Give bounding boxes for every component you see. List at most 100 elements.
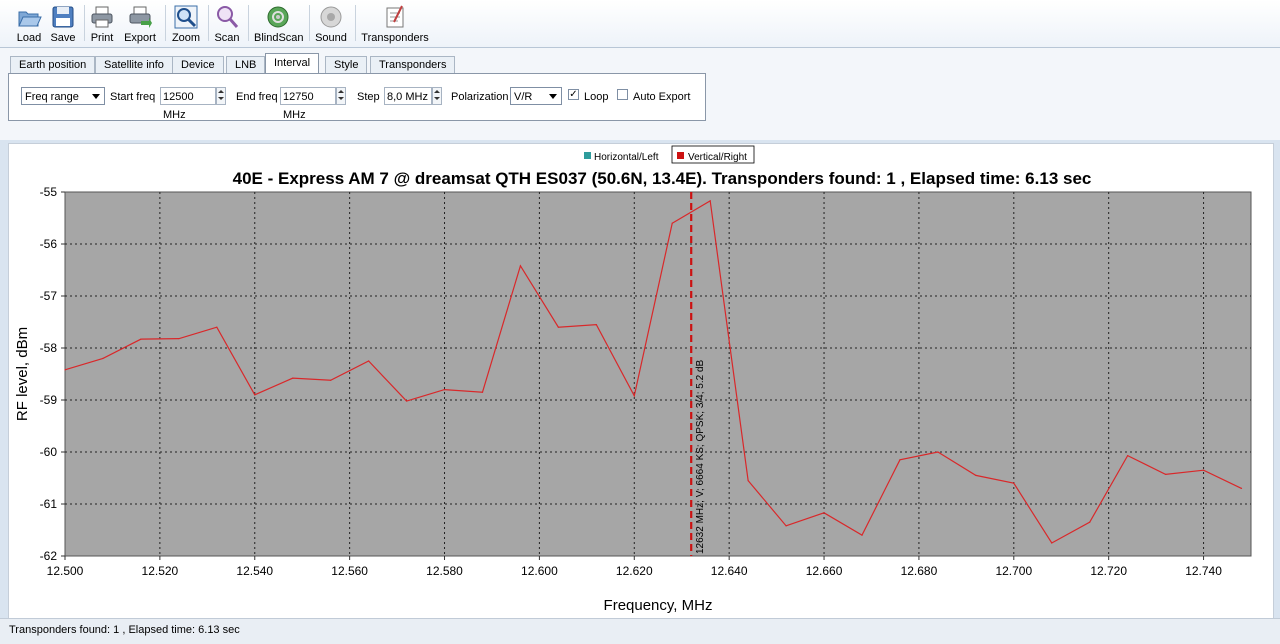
print-button[interactable]: Print bbox=[89, 4, 115, 44]
end-freq-value: 12750 MHz bbox=[283, 91, 314, 121]
blindscan-label: BlindScan bbox=[254, 32, 304, 44]
data-point bbox=[1013, 482, 1015, 484]
x-tick-label: 12.500 bbox=[47, 564, 84, 578]
x-tick-label: 12.720 bbox=[1090, 564, 1127, 578]
export-printer-icon bbox=[129, 6, 152, 28]
range-mode-select[interactable]: Freq range bbox=[21, 87, 105, 105]
tab-earth-position[interactable]: Earth position bbox=[10, 56, 96, 74]
start-freq-spinner[interactable] bbox=[216, 87, 226, 105]
auto-export-checkbox[interactable] bbox=[617, 89, 628, 100]
data-point bbox=[785, 525, 787, 527]
load-button[interactable]: Load bbox=[14, 4, 44, 44]
y-tick-label: -57 bbox=[40, 289, 58, 303]
save-button[interactable]: Save bbox=[49, 4, 77, 44]
y-tick-label: -55 bbox=[40, 185, 58, 199]
scan-icon bbox=[217, 6, 239, 28]
data-point bbox=[481, 391, 484, 393]
data-point bbox=[633, 395, 635, 397]
export-button[interactable]: Export bbox=[122, 4, 158, 44]
toolbar-separator bbox=[355, 5, 356, 41]
save-label: Save bbox=[50, 32, 76, 44]
start-freq-label: Start freq bbox=[110, 91, 156, 103]
step-label: Step bbox=[357, 91, 380, 103]
status-bar: Transponders found: 1 , Elapsed time: 6.… bbox=[0, 618, 1280, 644]
loop-checkbox[interactable]: ✓ bbox=[568, 89, 579, 100]
transponder-list-icon bbox=[386, 5, 404, 28]
zoom-label: Zoom bbox=[171, 32, 201, 44]
x-tick-label: 12.620 bbox=[616, 564, 653, 578]
range-mode-value: Freq range bbox=[25, 91, 79, 103]
data-point bbox=[861, 534, 863, 536]
start-freq-value: 12500 MHz bbox=[163, 91, 194, 121]
y-axis-label: RF level, dBm bbox=[14, 327, 31, 421]
print-label: Print bbox=[90, 32, 114, 44]
data-point bbox=[595, 324, 597, 326]
toolbar-separator bbox=[84, 5, 85, 41]
printer-icon bbox=[91, 6, 113, 28]
transponders-button[interactable]: Transponders bbox=[361, 4, 429, 44]
y-tick-label: -59 bbox=[40, 393, 58, 407]
legend-label-horizontal: Horizontal/Left bbox=[594, 152, 659, 163]
x-axis-label: Frequency, MHz bbox=[604, 597, 713, 614]
loop-label: Loop bbox=[584, 91, 609, 103]
tab-satellite-info[interactable]: Satellite info bbox=[95, 56, 173, 74]
scan-label: Scan bbox=[214, 32, 240, 44]
floppy-disk-icon bbox=[52, 6, 74, 28]
toolbar-separator bbox=[248, 5, 249, 41]
data-point bbox=[519, 265, 522, 267]
data-point bbox=[1165, 473, 1167, 475]
data-point bbox=[443, 389, 446, 391]
data-point bbox=[405, 400, 408, 402]
interval-tab-content: Freq range Start freq 12500 MHz End freq… bbox=[8, 73, 706, 121]
tab-device[interactable]: Device bbox=[172, 56, 224, 74]
data-point bbox=[747, 480, 749, 482]
x-tick-label: 12.520 bbox=[142, 564, 179, 578]
y-tick-label: -62 bbox=[40, 549, 58, 563]
load-label: Load bbox=[16, 32, 42, 44]
data-point bbox=[216, 326, 218, 328]
toolbar-separator bbox=[165, 5, 166, 41]
end-freq-spinner[interactable] bbox=[336, 87, 346, 105]
sound-button[interactable]: Sound bbox=[314, 4, 348, 44]
data-point bbox=[140, 338, 142, 340]
y-tick-label: -60 bbox=[40, 445, 58, 459]
chart-title: 40E - Express AM 7 @ dreamsat QTH ES037 … bbox=[233, 169, 1092, 188]
y-tick-label: -58 bbox=[40, 341, 58, 355]
polarization-select[interactable]: V/R bbox=[510, 87, 562, 105]
x-tick-label: 12.600 bbox=[521, 564, 558, 578]
step-spinner[interactable] bbox=[432, 87, 442, 105]
folder-open-icon bbox=[18, 11, 42, 27]
start-freq-input[interactable]: 12500 MHz bbox=[160, 87, 226, 121]
tab-interval[interactable]: Interval bbox=[265, 53, 320, 75]
status-text: Transponders found: 1 , Elapsed time: 6.… bbox=[9, 624, 240, 636]
blindscan-button[interactable]: BlindScan bbox=[254, 4, 304, 44]
toolbar-separator bbox=[208, 5, 209, 41]
data-point bbox=[823, 512, 825, 514]
tab-transponders[interactable]: Transponders bbox=[370, 56, 456, 74]
data-point bbox=[1127, 455, 1129, 457]
y-tick-label: -56 bbox=[40, 237, 58, 251]
legend-swatch-vertical bbox=[677, 152, 684, 159]
tab-style[interactable]: Style bbox=[325, 56, 368, 74]
data-point bbox=[102, 357, 104, 359]
x-tick-label: 12.700 bbox=[995, 564, 1032, 578]
x-tick-label: 12.540 bbox=[236, 564, 273, 578]
toolbar-separator bbox=[309, 5, 310, 41]
step-input[interactable]: 8,0 MHz bbox=[384, 87, 442, 105]
auto-export-label: Auto Export bbox=[633, 91, 691, 103]
end-freq-input[interactable]: 12750 MHz bbox=[280, 87, 346, 121]
zoom-button[interactable]: Zoom bbox=[171, 4, 201, 44]
x-tick-label: 12.740 bbox=[1185, 564, 1222, 578]
tab-lnb[interactable]: LNB bbox=[226, 56, 266, 74]
export-label: Export bbox=[124, 32, 156, 44]
data-point bbox=[254, 394, 256, 396]
chevron-down-icon bbox=[549, 94, 557, 99]
data-point bbox=[899, 459, 901, 461]
magnifier-icon bbox=[174, 5, 198, 29]
chevron-down-icon bbox=[92, 94, 100, 99]
data-point bbox=[64, 369, 66, 371]
data-point bbox=[709, 200, 711, 202]
scan-button[interactable]: Scan bbox=[213, 4, 241, 44]
data-point bbox=[937, 451, 939, 453]
data-point bbox=[671, 222, 673, 224]
